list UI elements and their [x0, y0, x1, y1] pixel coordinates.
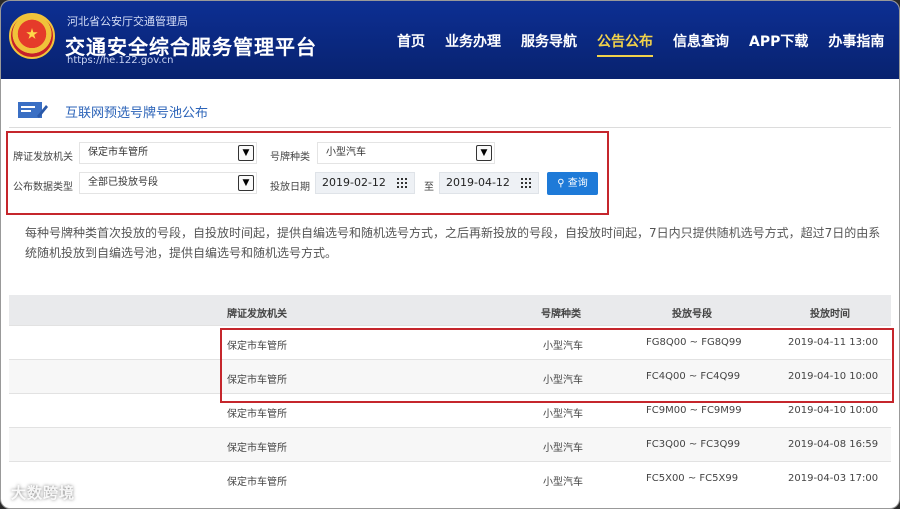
date-label: 投放日期 — [270, 182, 310, 193]
nav-announcements[interactable]: 公告公布 — [597, 31, 653, 57]
authority-select[interactable]: 保定市车管所 ▼ — [79, 142, 257, 164]
table-row[interactable]: 保定市车管所 小型汽车 FC3Q00 ~ FC3Q99 2019-04-08 1… — [9, 427, 891, 461]
site-header: 河北省公安厅交通管理局 交通安全综合服务管理平台 https://he.122.… — [1, 1, 899, 79]
site-url[interactable]: https://he.122.gov.cn — [67, 55, 173, 66]
date-from-input[interactable]: 2019-02-12 — [315, 172, 415, 194]
date-from-value: 2019-02-12 — [322, 176, 386, 189]
section-divider — [9, 127, 891, 128]
plate-type-label: 号牌种类 — [270, 152, 310, 163]
notice-text: 每种号牌种类首次投放的号段，自投放时间起，提供自编选号和随机选号方式，之后再新投… — [25, 226, 881, 260]
nav-guide[interactable]: 办事指南 — [828, 31, 884, 57]
police-emblem-icon — [9, 13, 55, 59]
query-button-label: 查询 — [567, 178, 588, 189]
cell-plate-type: 小型汽车 — [543, 409, 583, 420]
chevron-down-icon[interactable]: ▼ — [476, 145, 492, 161]
date-separator: 至 — [424, 182, 434, 193]
chevron-down-icon[interactable]: ▼ — [238, 175, 254, 191]
cell-time: 2019-04-03 17:00 — [788, 473, 879, 484]
data-type-value: 全部已投放号段 — [88, 177, 158, 188]
cell-segment: FC3Q00 ~ FC3Q99 — [646, 439, 741, 450]
nav-app-download[interactable]: APP下载 — [749, 31, 808, 57]
date-to-value: 2019-04-12 — [446, 176, 510, 189]
form-icon — [18, 102, 48, 118]
rows-highlight-box — [220, 328, 894, 403]
cell-time: 2019-04-10 10:00 — [788, 405, 879, 416]
date-to-input[interactable]: 2019-04-12 — [439, 172, 539, 194]
authority-value: 保定市车管所 — [88, 147, 148, 158]
data-type-select[interactable]: 全部已投放号段 ▼ — [79, 172, 257, 194]
main-nav: 首页 业务办理 服务导航 公告公布 信息查询 APP下载 办事指南 — [397, 31, 899, 57]
cell-segment: FC9M00 ~ FC9M99 — [646, 405, 742, 416]
authority-label: 牌证发放机关 — [13, 152, 73, 163]
cell-authority: 保定市车管所 — [227, 409, 287, 420]
col-header-authority: 牌证发放机关 — [227, 309, 287, 320]
chevron-down-icon[interactable]: ▼ — [238, 145, 254, 161]
col-header-segment: 投放号段 — [672, 309, 712, 320]
nav-info-query[interactable]: 信息查询 — [673, 31, 729, 57]
cell-authority: 保定市车管所 — [227, 443, 287, 454]
cell-time: 2019-04-08 16:59 — [788, 439, 879, 450]
data-type-label: 公布数据类型 — [13, 182, 73, 193]
page-frame: 河北省公安厅交通管理局 交通安全综合服务管理平台 https://he.122.… — [0, 0, 900, 509]
plate-type-select[interactable]: 小型汽车 ▼ — [317, 142, 495, 164]
watermark: 大数跨境 — [11, 484, 76, 502]
calendar-icon[interactable] — [397, 178, 409, 188]
nav-service-guide[interactable]: 服务导航 — [521, 31, 577, 57]
cell-plate-type: 小型汽车 — [543, 443, 583, 454]
col-header-plate-type: 号牌种类 — [541, 309, 581, 320]
table-header: 牌证发放机关 号牌种类 投放号段 投放时间 — [9, 295, 891, 325]
cell-segment: FC5X00 ~ FC5X99 — [646, 473, 739, 484]
cell-plate-type: 小型汽车 — [543, 477, 583, 488]
cell-authority: 保定市车管所 — [227, 477, 287, 488]
search-icon: ⚲ — [557, 178, 565, 189]
col-header-time: 投放时间 — [810, 309, 850, 320]
calendar-icon[interactable] — [521, 178, 533, 188]
section-title: 互联网预选号牌号池公布 — [65, 106, 209, 121]
org-name: 河北省公安厅交通管理局 — [67, 15, 188, 28]
nav-home[interactable]: 首页 — [397, 31, 425, 57]
nav-business[interactable]: 业务办理 — [445, 31, 501, 57]
query-button[interactable]: ⚲ 查询 — [547, 172, 598, 195]
table-row[interactable]: 保定市车管所 小型汽车 FC5X00 ~ FC5X99 2019-04-03 1… — [9, 461, 891, 495]
plate-type-value: 小型汽车 — [326, 147, 366, 158]
